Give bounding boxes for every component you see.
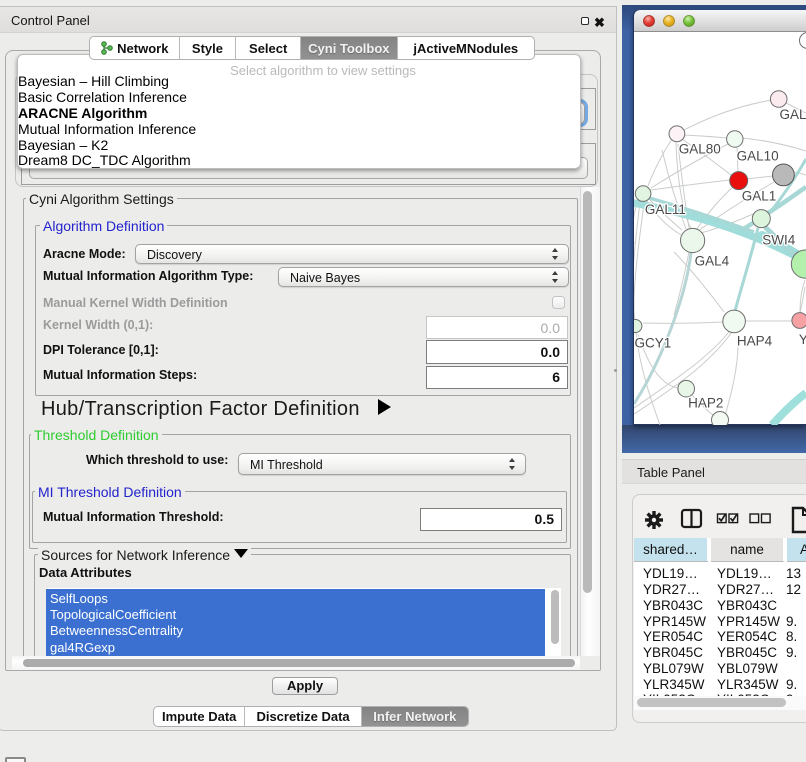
svg-text:SWI4: SWI4 <box>762 233 795 248</box>
svg-text:GAL1: GAL1 <box>742 188 777 203</box>
svg-text:GAL80: GAL80 <box>679 142 721 157</box>
svg-text:GAL7: GAL7 <box>780 107 806 122</box>
svg-text:GAL11: GAL11 <box>645 202 686 217</box>
svg-text:GCY1: GCY1 <box>635 336 672 351</box>
svg-text:GAL10: GAL10 <box>737 149 779 164</box>
svg-text:Y: Y <box>799 332 806 347</box>
svg-text:HAP4: HAP4 <box>737 333 773 348</box>
svg-text:GAL4: GAL4 <box>695 254 730 269</box>
svg-text:HAP2: HAP2 <box>688 395 723 410</box>
